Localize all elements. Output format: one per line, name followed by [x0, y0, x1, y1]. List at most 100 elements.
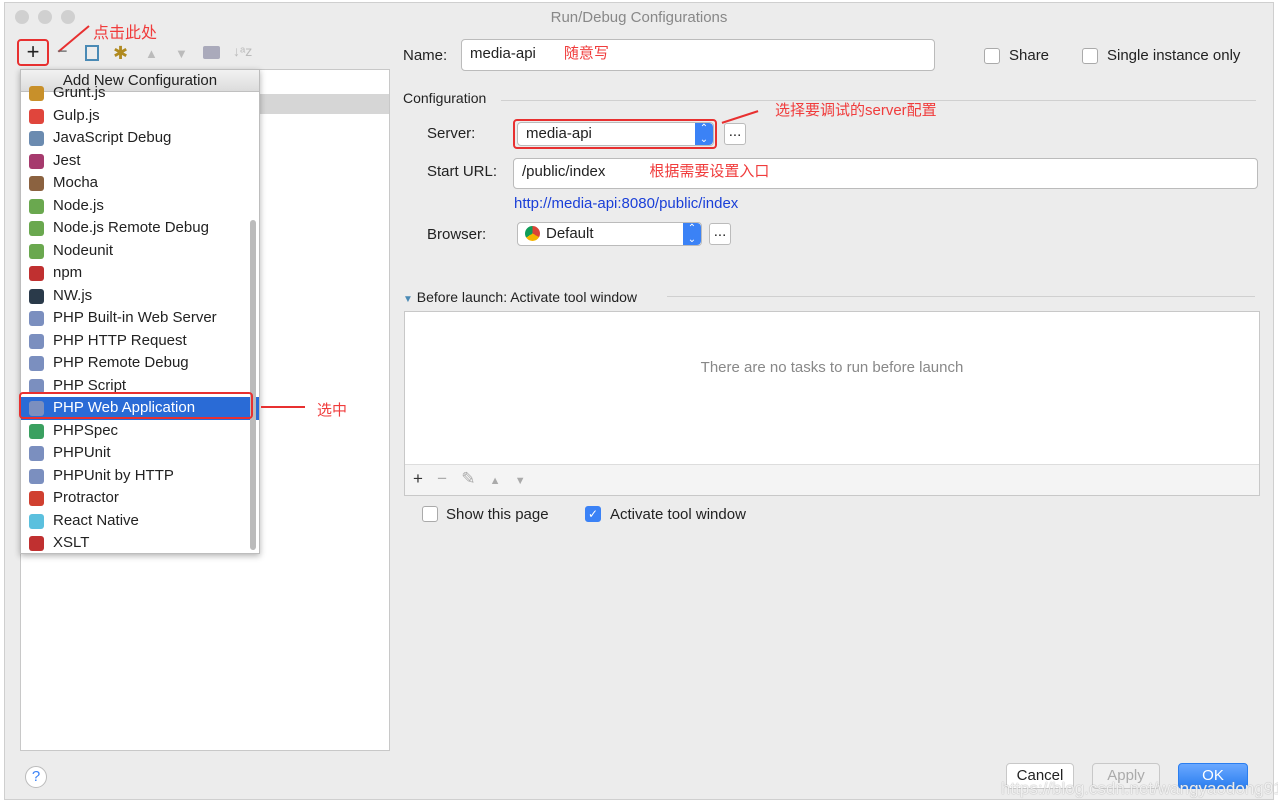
edit-task-icon[interactable]: ✎: [461, 469, 475, 488]
popup-item[interactable]: Protractor: [21, 487, 259, 510]
server-value: media-api: [526, 125, 592, 142]
popup-item-label: React Native: [53, 511, 139, 529]
popup-item-label: npm: [53, 264, 83, 281]
server-more-button[interactable]: ...: [724, 123, 746, 145]
name-field[interactable]: media-api 随意写: [461, 39, 935, 71]
popup-item[interactable]: React Native: [21, 510, 259, 533]
resolved-url-link[interactable]: http://media-api:8080/public/index: [514, 195, 738, 212]
move-down-icon[interactable]: ▼: [515, 475, 526, 487]
configuration-type-icon: [29, 446, 44, 461]
share-label: Share: [1009, 47, 1050, 64]
configuration-type-icon: [29, 536, 44, 551]
show-page-label: Show this page: [446, 506, 549, 523]
configuration-type-icon: [29, 356, 44, 371]
before-launch-toggle[interactable]: ▼ Before launch: Activate tool window: [403, 289, 637, 305]
popup-item[interactable]: Jest: [21, 150, 259, 173]
activate-tool-window-label: Activate tool window: [610, 506, 746, 523]
activate-tool-window-checkbox[interactable]: ✓: [585, 506, 601, 522]
popup-item-label: Gulp.js: [53, 106, 100, 124]
popup-item-label: Jest: [53, 151, 81, 169]
configuration-type-icon: [29, 198, 44, 214]
popup-item[interactable]: PHPUnit by HTTP: [21, 465, 259, 488]
popup-item[interactable]: XSLT: [21, 532, 259, 553]
add-configuration-button[interactable]: +: [17, 39, 49, 66]
popup-item-label: PHP HTTP Request: [53, 331, 187, 349]
popup-item[interactable]: Gulp.js: [21, 105, 259, 128]
popup-item[interactable]: npm: [21, 262, 259, 285]
popup-item-label: Mocha: [53, 174, 99, 191]
configuration-type-icon: [29, 221, 44, 236]
annotation-arrow: [721, 110, 759, 124]
browser-select[interactable]: Default ⌃ ⌄: [517, 222, 702, 246]
popup-item-label: NW.js: [53, 286, 93, 304]
configuration-type-icon: [29, 153, 44, 169]
popup-item[interactable]: NW.js: [21, 285, 259, 308]
configuration-type-icon: [29, 243, 44, 259]
move-down-icon[interactable]: ▼: [175, 46, 188, 61]
annotation-name: 随意写: [563, 45, 609, 62]
stepper-icon: ⌃ ⌄: [683, 223, 701, 245]
popup-item-label: Grunt.js: [53, 84, 106, 101]
popup-item[interactable]: PHPSpec: [21, 420, 259, 443]
popup-item[interactable]: Mocha: [21, 172, 259, 195]
server-select[interactable]: media-api ⌃ ⌄: [517, 122, 714, 146]
empty-tasks-text: There are no tasks to run before launch: [700, 359, 964, 376]
configuration-type-icon: [29, 513, 44, 529]
popup-item[interactable]: PHP HTTP Request: [21, 330, 259, 353]
popup-item[interactable]: Node.js Remote Debug: [21, 217, 259, 240]
move-up-icon[interactable]: ▲: [145, 46, 158, 61]
popup-item-label: Node.js: [53, 196, 104, 214]
name-value: media-api: [470, 45, 536, 62]
move-up-icon[interactable]: ▲: [490, 475, 501, 487]
wrench-icon[interactable]: ✱: [113, 43, 128, 64]
popup-item[interactable]: Grunt.js: [21, 82, 259, 105]
browser-label: Browser:: [427, 226, 487, 243]
popup-item-label: Node.js Remote Debug: [53, 219, 209, 236]
selection-highlight: [19, 392, 253, 419]
start-url-value: /public/index: [522, 163, 606, 180]
sort-icon[interactable]: ↓ᵃz: [233, 43, 252, 59]
configuration-type-icon: [29, 176, 44, 191]
share-checkbox[interactable]: [984, 48, 1000, 64]
popup-item-label: XSLT: [53, 534, 90, 551]
run-debug-dialog: Run/Debug Configurations 点击此处 + − ✱ ▲ ▼ …: [4, 2, 1278, 800]
chrome-icon: [525, 226, 540, 241]
popup-scrollbar[interactable]: [250, 220, 256, 550]
popup-item[interactable]: JavaScript Debug: [21, 127, 259, 150]
popup-item[interactable]: PHP Remote Debug: [21, 352, 259, 375]
popup-item[interactable]: Node.js: [21, 195, 259, 218]
before-launch-list: There are no tasks to run before launch …: [404, 311, 1260, 496]
popup-item-label: PHP Remote Debug: [53, 354, 189, 371]
help-button[interactable]: ?: [25, 766, 47, 788]
configuration-type-icon: [29, 311, 44, 326]
popup-item-label: JavaScript Debug: [53, 129, 172, 146]
browser-more-button[interactable]: ...: [709, 223, 731, 245]
window-title: Run/Debug Configurations: [550, 9, 728, 26]
configuration-type-icon: [29, 131, 44, 146]
divider: [667, 296, 1255, 297]
before-launch-title: Before launch: Activate tool window: [416, 289, 638, 305]
popup-item[interactable]: PHP Built-in Web Server: [21, 307, 259, 330]
name-label: Name:: [403, 47, 448, 64]
single-instance-checkbox[interactable]: [1082, 48, 1098, 64]
configuration-type-icon: [29, 266, 44, 281]
single-instance-label: Single instance only: [1107, 47, 1241, 64]
popup-item-label: PHP Script: [53, 376, 127, 394]
popup-item-label: Protractor: [53, 489, 119, 506]
show-page-checkbox[interactable]: [422, 506, 438, 522]
popup-item-label: PHPUnit by HTTP: [53, 466, 174, 484]
remove-task-button[interactable]: −: [437, 469, 447, 488]
remove-configuration-button[interactable]: −: [57, 41, 68, 62]
add-task-button[interactable]: +: [413, 469, 423, 488]
popup-item-label: PHPSpec: [53, 421, 119, 439]
folder-icon[interactable]: [203, 46, 220, 59]
popup-item[interactable]: Nodeunit: [21, 240, 259, 263]
server-label: Server:: [427, 125, 476, 142]
popup-item-label: Nodeunit: [53, 241, 114, 259]
copy-icon[interactable]: [85, 45, 99, 61]
annotation-server: 选择要调试的server配置: [775, 102, 937, 119]
add-configuration-popup: Add New Configuration Grunt.js Gulp.js Jav…: [20, 69, 260, 554]
configuration-heading: Configuration: [403, 90, 487, 106]
popup-item[interactable]: PHPUnit: [21, 442, 259, 465]
start-url-field[interactable]: /public/index 根据需要设置入口: [513, 158, 1258, 189]
